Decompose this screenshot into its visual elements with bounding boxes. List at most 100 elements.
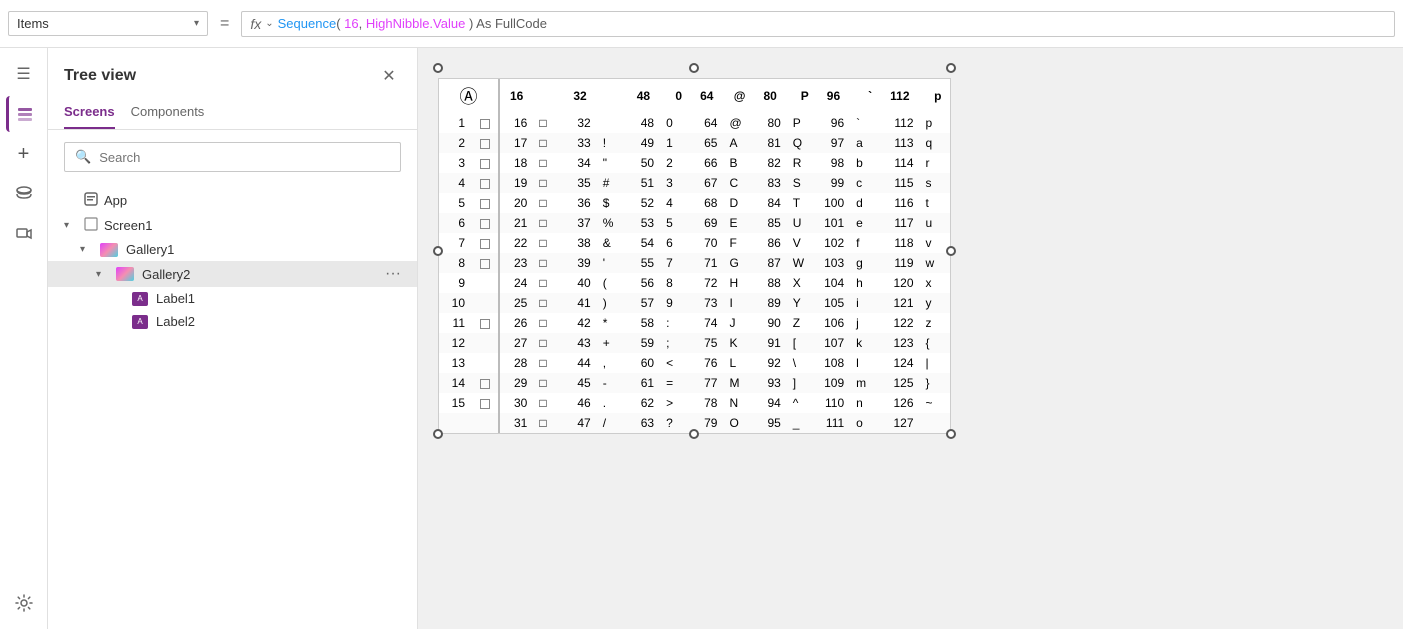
ascii-num-cell: 47 (563, 413, 596, 433)
ascii-char-cell: + (597, 333, 627, 353)
handle-bc[interactable] (689, 429, 699, 439)
ascii-num-cell: 111 (817, 413, 850, 433)
ascii-char-cell: * (597, 313, 627, 333)
items-dropdown[interactable]: Items ▾ (8, 11, 208, 36)
ascii-num-cell: 100 (817, 193, 850, 213)
ascii-char-cell: ) (597, 293, 627, 313)
gallery-checkbox-cell (469, 213, 499, 233)
ascii-num-cell: 98 (817, 153, 850, 173)
gallery2-more-button[interactable]: ··· (385, 265, 401, 283)
ascii-num-cell: 81 (753, 133, 786, 153)
hamburger-button[interactable]: ☰ (6, 56, 42, 92)
ascii-char-cell: I (723, 293, 753, 313)
ascii-num-cell: 23 (499, 253, 533, 273)
ascii-num-cell: 67 (690, 173, 723, 193)
ascii-char-cell: 3 (660, 173, 690, 193)
handle-ml[interactable] (433, 246, 443, 256)
handle-tr[interactable] (946, 63, 956, 73)
formula-bar[interactable]: fx ⌄ Sequence( 16, HighNibble.Value ) As… (241, 11, 1395, 37)
handle-tc[interactable] (689, 63, 699, 73)
ascii-char-cell: □ (533, 353, 563, 373)
tree-item-gallery1[interactable]: ▾ Gallery1 (48, 238, 417, 261)
tab-screens[interactable]: Screens (64, 96, 115, 129)
ascii-num-cell: 102 (817, 233, 850, 253)
data-button[interactable] (6, 176, 42, 212)
ascii-num-cell: 94 (753, 393, 786, 413)
gallery-checkbox-cell (469, 153, 499, 173)
ascii-num-cell: 108 (817, 353, 850, 373)
ascii-num-cell: 51 (627, 173, 660, 193)
settings-button[interactable] (6, 585, 42, 621)
close-tree-button[interactable]: ✕ (377, 64, 401, 88)
col-80-char-header: P (787, 79, 817, 113)
ascii-char-cell: ! (597, 133, 627, 153)
ascii-num-cell: 123 (880, 333, 919, 353)
fx-icon: fx (250, 16, 261, 32)
ascii-num-cell: 25 (499, 293, 533, 313)
ascii-num-cell: 95 (753, 413, 786, 433)
col-48-header: 48 (627, 79, 660, 113)
ascii-char-cell: □ (533, 293, 563, 313)
checkbox-symbol (480, 159, 490, 169)
gallery-num-cell: 1 (439, 113, 469, 133)
table-row: 722□38&54670F86V102f118v (439, 233, 950, 253)
tree-item-screen1[interactable]: ▾ Screen1 (48, 213, 417, 238)
layers-button[interactable] (6, 96, 42, 132)
tree-item-label1[interactable]: A Label1 (48, 287, 417, 310)
add-button[interactable]: + (6, 136, 42, 172)
ascii-num-cell: 38 (563, 233, 596, 253)
gallery-num-cell: 2 (439, 133, 469, 153)
ascii-char-cell: \ (787, 353, 817, 373)
ascii-char-cell: K (723, 333, 753, 353)
table-row: 116□3248064@80P96`112p (439, 113, 950, 133)
ascii-num-cell: 116 (880, 193, 919, 213)
ascii-char-cell: L (723, 353, 753, 373)
ascii-num-cell: 71 (690, 253, 723, 273)
tree-toggle-gallery2: ▾ (96, 269, 112, 280)
ascii-num-cell: 83 (753, 173, 786, 193)
ascii-num-cell: 26 (499, 313, 533, 333)
checkbox-symbol (480, 119, 490, 129)
handle-bl[interactable] (433, 429, 443, 439)
ascii-num-cell: 119 (880, 253, 919, 273)
ascii-char-cell: % (597, 213, 627, 233)
ascii-num-cell: 80 (753, 113, 786, 133)
gallery-checkbox-cell (469, 293, 499, 313)
ascii-num-cell: 90 (753, 313, 786, 333)
ascii-char-cell: & (597, 233, 627, 253)
ascii-num-cell: 88 (753, 273, 786, 293)
gallery-checkbox-cell (469, 373, 499, 393)
gallery-num-cell: 7 (439, 233, 469, 253)
tree-item-app[interactable]: App (48, 188, 417, 213)
tree-item-label2[interactable]: A Label2 (48, 310, 417, 333)
ascii-char-cell: J (723, 313, 753, 333)
ascii-char-cell: U (787, 213, 817, 233)
ascii-char-cell: 0 (660, 113, 690, 133)
ascii-char-cell: □ (533, 173, 563, 193)
ascii-num-cell: 43 (563, 333, 596, 353)
ascii-num-cell: 74 (690, 313, 723, 333)
tree-item-gallery2[interactable]: ▾ Gallery2 ··· (48, 261, 417, 287)
ascii-num-cell: 30 (499, 393, 533, 413)
ascii-char-cell: □ (533, 153, 563, 173)
search-input[interactable] (99, 150, 390, 165)
media-button[interactable] (6, 216, 42, 252)
ascii-num-cell: 106 (817, 313, 850, 333)
ascii-char-cell: w (920, 253, 950, 273)
ascii-char-cell: g (850, 253, 880, 273)
ascii-num-cell: 97 (817, 133, 850, 153)
ascii-num-cell: 75 (690, 333, 723, 353)
canvas-area[interactable]: Ⓐ 16 32 48 0 64 @ 80 P 96 (418, 48, 1403, 629)
ascii-char-cell: p (920, 113, 950, 133)
tab-components[interactable]: Components (131, 96, 205, 129)
gallery-checkbox-cell (469, 253, 499, 273)
handle-br[interactable] (946, 429, 956, 439)
main-layout: ☰ + (0, 48, 1403, 629)
ascii-char-cell: P (787, 113, 817, 133)
ascii-char-cell: r (920, 153, 950, 173)
ascii-num-cell: 114 (880, 153, 919, 173)
handle-tl[interactable] (433, 63, 443, 73)
handle-mr[interactable] (946, 246, 956, 256)
ascii-char-cell: f (850, 233, 880, 253)
ascii-num-cell: 92 (753, 353, 786, 373)
